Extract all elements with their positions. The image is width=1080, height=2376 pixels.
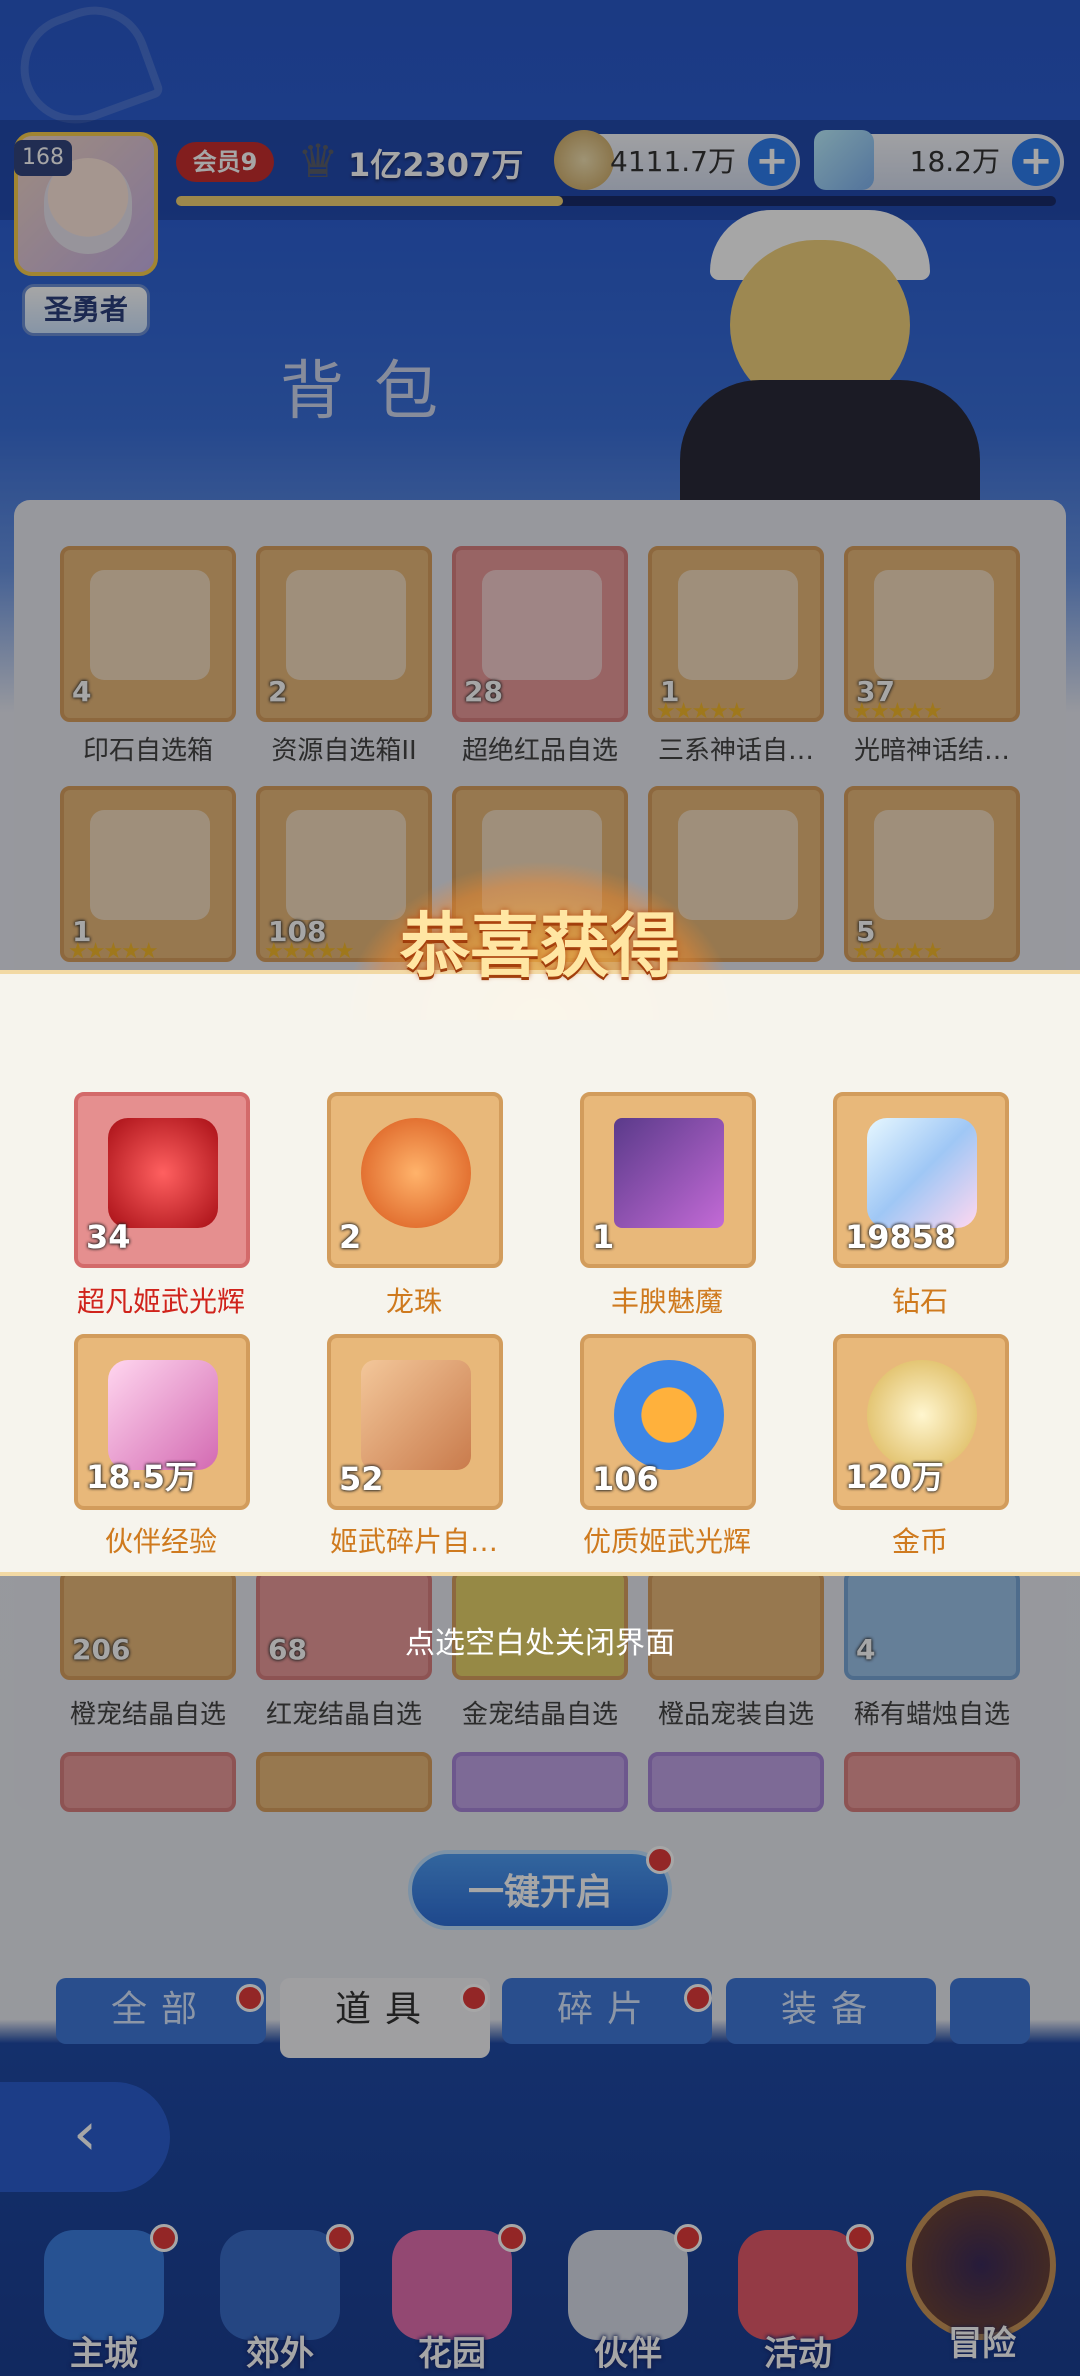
reward-item[interactable]: 2	[327, 1092, 503, 1268]
reward-name: 丰腴魅魔	[610, 1285, 723, 1318]
reward-count: 106	[592, 1460, 659, 1498]
reward-count: 1	[592, 1218, 615, 1256]
reward-count: 52	[339, 1460, 384, 1498]
reward-count: 120万	[845, 1458, 944, 1496]
diamond-icon	[867, 1118, 977, 1228]
reward-count: 2	[339, 1218, 362, 1256]
reward-name: 龙珠	[385, 1285, 442, 1318]
reward-name: 钻石	[891, 1285, 948, 1318]
reward-name: 超凡姬武光辉	[76, 1285, 245, 1318]
close-hint: 点选空白处关闭界面	[405, 1626, 675, 1661]
reward-name: 姬武碎片自…	[329, 1525, 498, 1558]
reward-item[interactable]: 106	[580, 1334, 756, 1510]
reward-name: 优质姬武光辉	[582, 1525, 751, 1558]
succubus-card-icon	[614, 1118, 724, 1228]
reward-name: 金币	[891, 1525, 948, 1558]
reward-item[interactable]: 18.5万	[74, 1334, 250, 1510]
reward-item[interactable]: 1	[580, 1092, 756, 1268]
red-gem-icon	[108, 1118, 218, 1228]
reward-count: 18.5万	[86, 1458, 197, 1496]
reward-item[interactable]: 34	[74, 1092, 250, 1268]
reward-count: 19858	[845, 1218, 957, 1256]
reward-name: 伙伴经验	[104, 1525, 217, 1558]
reward-item[interactable]: 120万	[833, 1334, 1009, 1510]
popup-title: 恭喜获得	[400, 904, 680, 987]
reward-item[interactable]: 52	[327, 1334, 503, 1510]
reward-count: 34	[86, 1218, 131, 1256]
fragment-chest-icon	[361, 1360, 471, 1470]
reward-item[interactable]: 19858	[833, 1092, 1009, 1268]
blue-emblem-icon	[614, 1360, 724, 1470]
dragon-orb-icon	[361, 1118, 471, 1228]
